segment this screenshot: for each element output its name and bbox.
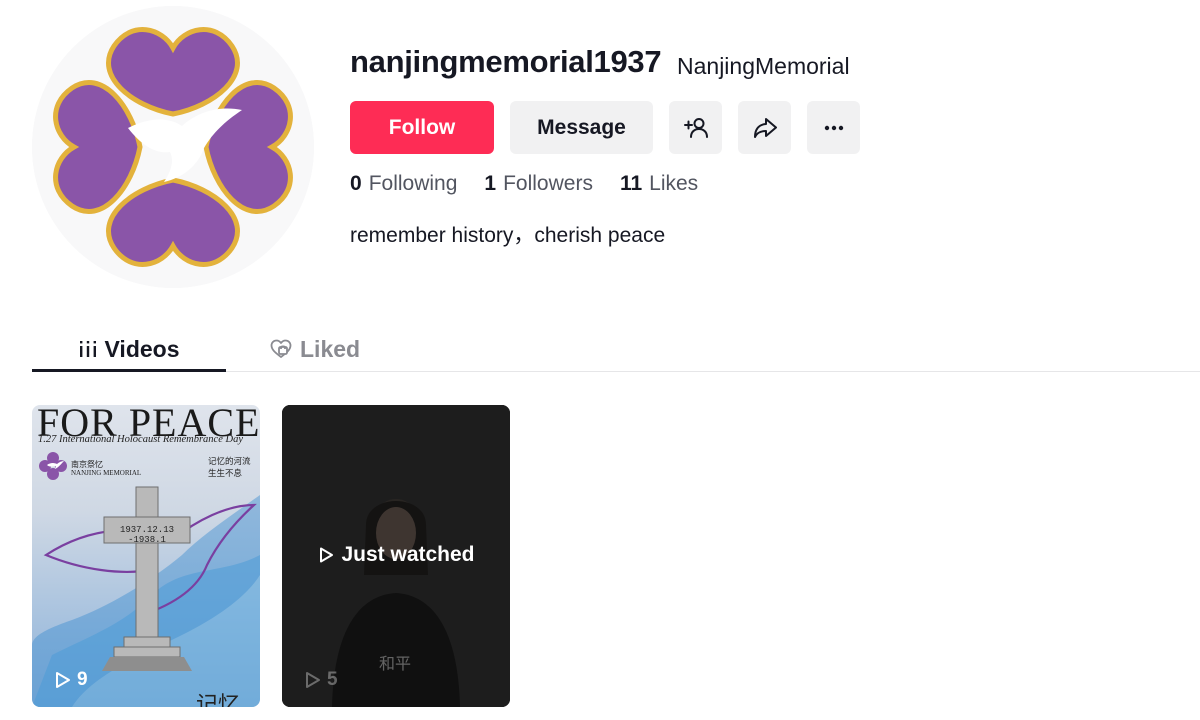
just-watched-label: Just watched <box>341 543 475 566</box>
tab-liked[interactable]: Liked <box>270 328 360 370</box>
add-friend-button[interactable] <box>669 101 722 154</box>
play-icon <box>56 672 70 688</box>
just-watched-badge: Just watched <box>282 543 510 567</box>
more-options-button[interactable] <box>807 101 860 154</box>
thumbnail-slogan-line2: 生生不息 <box>208 468 243 478</box>
thumbnail-caption: 和平 <box>379 656 412 673</box>
add-user-icon <box>683 117 708 138</box>
view-count-value: 5 <box>327 669 338 690</box>
following-stat[interactable]: 0 Following <box>350 172 457 196</box>
cross-inscription: 1937.12.13 -1938.1 <box>116 525 178 545</box>
tab-videos[interactable]: Videos <box>32 328 226 370</box>
profile-bio: remember history，cherish peace <box>350 224 666 247</box>
profile-avatar[interactable] <box>32 6 314 288</box>
following-label: Following <box>368 172 458 195</box>
likes-label: Likes <box>649 172 699 195</box>
likes-stat: 11 Likes <box>620 172 698 196</box>
profile-stats: 0 Following 1 Followers 11 Likes <box>350 172 725 196</box>
follow-button[interactable]: Follow <box>350 101 494 154</box>
active-tab-indicator <box>32 369 226 372</box>
cross-inscription-line1: 1937.12.13 <box>119 525 174 535</box>
more-icon <box>824 125 843 130</box>
thumbnail-brand-en: NANJING MEMORIAL <box>71 469 142 477</box>
thumbnail-subtitle: 1.27 International Holocaust Remembrance… <box>38 434 244 445</box>
profile-username: nanjingmemorial1937 <box>350 44 662 79</box>
profile-nickname: NanjingMemorial <box>677 53 850 79</box>
purple-flower-dove-logo-icon <box>32 6 314 288</box>
followers-label: Followers <box>503 172 593 195</box>
cross-inscription-line2: -1938.1 <box>128 535 166 545</box>
followers-count: 1 <box>484 172 497 195</box>
tab-videos-label: Videos <box>104 335 180 362</box>
followers-stat[interactable]: 1 Followers <box>484 172 593 196</box>
play-icon <box>306 672 320 688</box>
view-count-value: 9 <box>77 669 88 690</box>
thumbnail-bottom-text: 记忆 <box>196 692 241 707</box>
video-card[interactable]: 和平 Just watched 5 <box>282 405 510 707</box>
share-button[interactable] <box>738 101 791 154</box>
grid-icon <box>79 340 97 358</box>
tab-liked-label: Liked <box>300 335 361 362</box>
liked-heart-icon <box>270 339 292 359</box>
following-count: 0 <box>350 172 362 195</box>
share-icon <box>753 117 777 138</box>
thumbnail-slogan-line1: 记忆的河流 <box>208 456 251 466</box>
view-count: 5 <box>302 669 338 691</box>
likes-count: 11 <box>619 172 643 195</box>
message-button[interactable]: Message <box>510 101 653 154</box>
memorial-logo-icon <box>39 452 67 480</box>
view-count: 9 <box>52 669 88 691</box>
video-card[interactable]: FOR PEACE 1.27 International Holocaust R… <box>32 405 260 707</box>
play-icon <box>320 547 334 563</box>
